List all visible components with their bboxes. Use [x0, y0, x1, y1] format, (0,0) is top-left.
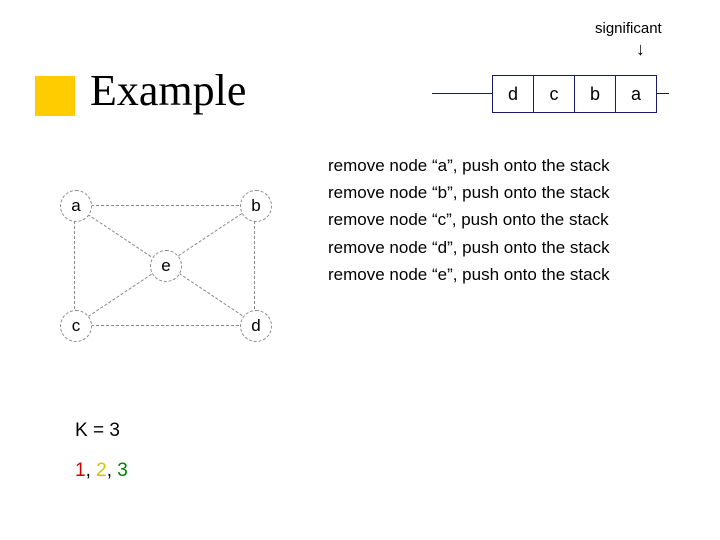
- graph-edge: [91, 205, 239, 206]
- stack-cells: dcba: [492, 75, 657, 113]
- action-line: remove node “b”, push onto the stack: [328, 179, 610, 206]
- stack-cell: b: [575, 75, 616, 113]
- action-line: remove node “e”, push onto the stack: [328, 261, 610, 288]
- k-label: K = 3: [75, 420, 120, 442]
- graph-edge: [254, 221, 255, 309]
- palette-color: 1: [75, 460, 86, 481]
- graph-edge: [178, 213, 242, 256]
- stack-tail-line: [657, 93, 669, 94]
- action-line: remove node “a”, push onto the stack: [328, 152, 610, 179]
- title-accent: [35, 76, 75, 116]
- palette-color: 2: [96, 460, 107, 481]
- graph-edge: [91, 325, 239, 326]
- stack-row: dcba: [432, 75, 669, 113]
- graph-edge: [178, 273, 242, 316]
- action-line: remove node “d”, push onto the stack: [328, 234, 610, 261]
- color-palette: 1, 2, 3: [75, 460, 128, 482]
- action-list: remove node “a”, push onto the stackremo…: [328, 152, 610, 288]
- stack-lead-line: [432, 93, 492, 94]
- graph-node-d: d: [240, 310, 272, 342]
- graph-diagram: a b e c d: [60, 170, 280, 340]
- graph-node-b: b: [240, 190, 272, 222]
- graph-node-a: a: [60, 190, 92, 222]
- palette-color: 3: [117, 460, 128, 481]
- down-arrow-icon: ↓: [636, 40, 645, 58]
- graph-node-e: e: [150, 250, 182, 282]
- stack-cell: d: [492, 75, 534, 113]
- graph-edge: [88, 214, 152, 257]
- graph-edge: [88, 274, 152, 317]
- slide-title: Example: [90, 65, 246, 116]
- stack-cell: a: [616, 75, 657, 113]
- graph-node-c: c: [60, 310, 92, 342]
- annotation-significant: significant: [595, 20, 662, 37]
- graph-edge: [74, 221, 75, 309]
- stack-cell: c: [534, 75, 575, 113]
- action-line: remove node “c”, push onto the stack: [328, 206, 610, 233]
